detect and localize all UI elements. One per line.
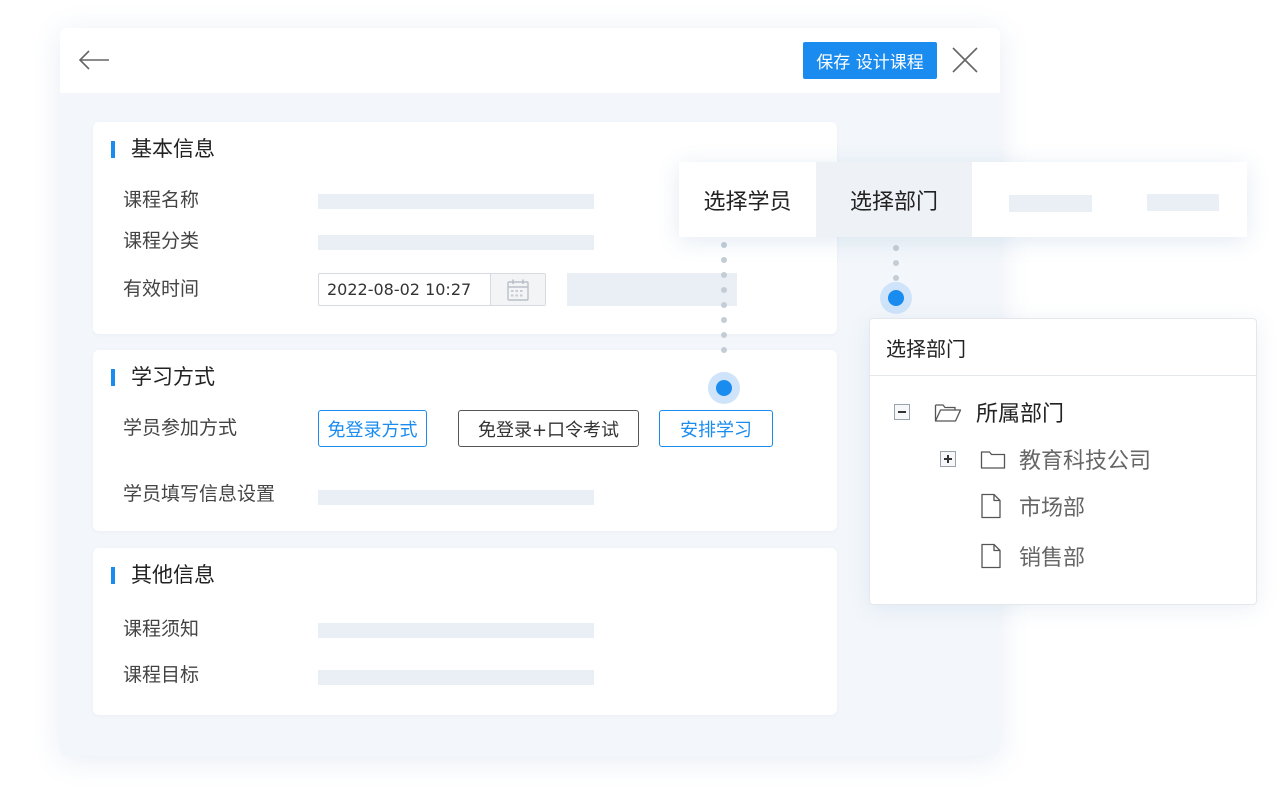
course-name-field[interactable]: [318, 194, 594, 209]
arrange-study-option-button[interactable]: 安排学习: [659, 410, 773, 447]
basic-info-title: 基本信息: [111, 136, 215, 162]
tree-label-sales: 销售部: [1019, 546, 1086, 571]
back-arrow-icon[interactable]: [78, 49, 110, 71]
course-editor-window: 保存 设计课程 基本信息 课程名称 课程分类 有效时间 2022-08-02 1…: [60, 28, 1000, 756]
course-category-field[interactable]: [318, 235, 594, 250]
collapse-icon[interactable]: [894, 404, 910, 420]
expand-icon[interactable]: [940, 451, 956, 467]
end-time-field[interactable]: [567, 273, 737, 306]
info-settings-field[interactable]: [318, 490, 594, 505]
tab-select-students[interactable]: 选择学员: [679, 162, 816, 237]
tree-node-root[interactable]: 所属部门: [894, 397, 1064, 427]
connector-node-right: [880, 282, 912, 314]
calendar-icon: [507, 279, 529, 301]
selector-tabs-panel: 选择学员 选择部门: [679, 162, 1247, 237]
other-info-title: 其他信息: [111, 562, 215, 588]
course-notice-field[interactable]: [318, 623, 594, 638]
folder-open-icon: [934, 404, 962, 422]
learning-method-title: 学习方式: [111, 364, 215, 390]
other-info-card: 其他信息 课程须知 课程目标: [93, 548, 837, 715]
tree-node-sales[interactable]: 销售部: [980, 541, 1085, 571]
valid-time-label: 有效时间: [123, 278, 200, 300]
tree-node-edu-tech[interactable]: 教育科技公司: [940, 444, 1151, 474]
top-bar: 保存 设计课程: [60, 28, 1000, 93]
tab-placeholder-2[interactable]: [1147, 194, 1219, 211]
course-goal-label: 课程目标: [123, 664, 200, 686]
tree-node-marketing[interactable]: 市场部: [980, 491, 1085, 521]
no-login-option-button[interactable]: 免登录方式: [318, 410, 427, 447]
valid-time-date-input[interactable]: 2022-08-02 10:27: [318, 273, 546, 306]
connector-node-left: [708, 372, 740, 404]
calendar-button[interactable]: [490, 274, 545, 305]
course-notice-label: 课程须知: [123, 618, 200, 640]
join-method-label: 学员参加方式: [123, 417, 238, 439]
connector-dots-left: [721, 242, 727, 362]
department-panel-title: 选择部门: [886, 337, 966, 361]
tab-placeholder-1[interactable]: [1009, 195, 1092, 212]
tree-label-root: 所属部门: [976, 402, 1065, 427]
folder-icon: [980, 451, 1006, 469]
department-panel: 选择部门 所属部门 教育科技公司 市场部 销售部: [869, 318, 1257, 605]
tree-label-marketing: 市场部: [1019, 496, 1086, 521]
tab-select-department[interactable]: 选择部门: [816, 162, 972, 237]
file-icon: [981, 493, 1001, 519]
close-icon[interactable]: [951, 46, 979, 74]
date-value: 2022-08-02 10:27: [327, 280, 472, 299]
no-login-password-exam-option-button[interactable]: 免登录+口令考试: [458, 410, 639, 447]
department-panel-header: 选择部门: [870, 319, 1256, 376]
file-icon: [981, 543, 1001, 569]
course-category-label: 课程分类: [123, 230, 200, 252]
course-goal-field[interactable]: [318, 670, 594, 685]
tree-label-edu-tech: 教育科技公司: [1019, 449, 1152, 474]
course-name-label: 课程名称: [123, 189, 200, 211]
save-design-course-button[interactable]: 保存 设计课程: [803, 42, 937, 79]
info-settings-label: 学员填写信息设置: [123, 483, 276, 505]
